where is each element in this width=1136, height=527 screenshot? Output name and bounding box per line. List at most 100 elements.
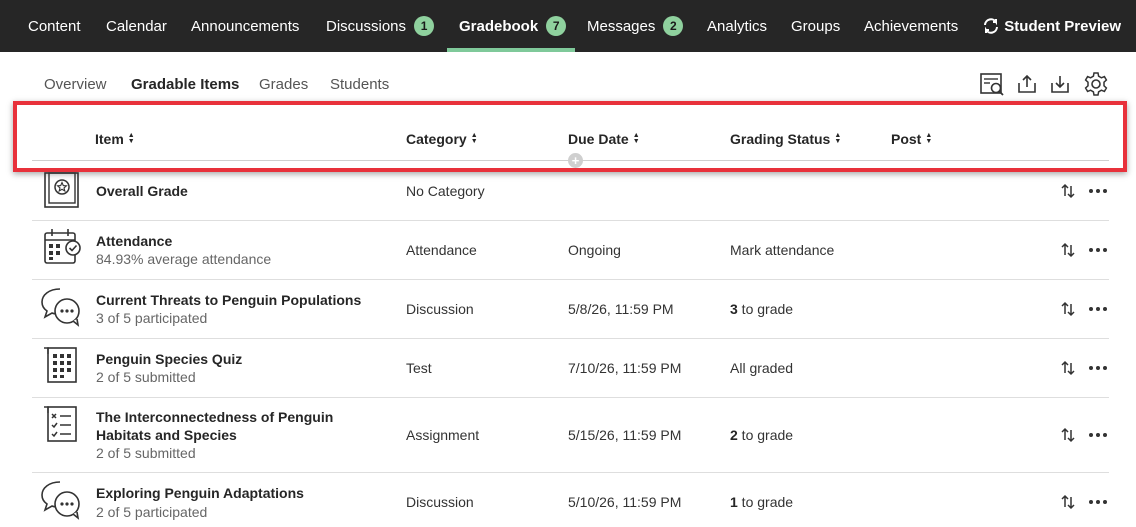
upload-icon[interactable] [1014, 71, 1040, 97]
reorder-arrows-icon [1061, 427, 1075, 443]
grading-status-cell[interactable]: 3 to grade [730, 301, 793, 317]
overall-grade-icon [44, 172, 79, 208]
grading-status-text: to grade [737, 301, 794, 317]
more-options-icon [1089, 248, 1107, 252]
item-subtitle: 84.93% average attendance [96, 251, 272, 267]
item-title[interactable]: Attendance [96, 232, 172, 250]
subtab-grades[interactable]: Grades [259, 76, 308, 93]
sort-icon: ▲ ▼ [632, 132, 640, 145]
item-title[interactable]: Exploring Penguin Adaptations [96, 484, 304, 502]
discussion-icon [41, 481, 80, 520]
discussion-icon [41, 288, 80, 327]
grading-status-cell[interactable]: All graded [730, 360, 793, 376]
subtab-overview[interactable]: Overview [44, 76, 107, 93]
top-navigation: Content Calendar Announcements Discussio… [0, 0, 1136, 52]
nav-label: Analytics [707, 17, 768, 35]
column-label: Grading Status [730, 131, 831, 147]
nav-label: Gradebook [459, 17, 539, 35]
row-actions [1061, 427, 1107, 443]
item-subtitle: 3 of 5 participated [96, 310, 208, 326]
reorder-arrows-icon [1061, 360, 1075, 376]
nav-analytics[interactable]: Analytics [707, 0, 767, 52]
download-icon[interactable] [1047, 71, 1073, 97]
column-header-post[interactable]: Post ▲ ▼ [891, 131, 932, 147]
category-cell: Test [406, 360, 432, 376]
sort-icon: ▲ ▼ [127, 132, 135, 145]
nav-label: Discussions [326, 17, 407, 35]
student-preview-label: Student Preview [1004, 17, 1121, 35]
to-grade-count: 3 [730, 301, 738, 317]
due-date-cell: 5/8/26, 11:59 PM [568, 301, 674, 317]
item-subtitle: 2 of 5 participated [96, 504, 208, 520]
test-icon [44, 347, 77, 383]
reorder-arrows-icon [1061, 242, 1075, 258]
column-header-item[interactable]: Item ▲ ▼ [95, 131, 135, 147]
to-grade-count: 2 [730, 427, 738, 443]
add-item-plus-icon[interactable]: + [568, 153, 583, 168]
to-grade-count: 1 [730, 494, 738, 510]
category-cell: Attendance [406, 242, 477, 258]
grading-status-cell[interactable]: 2 to grade [730, 427, 793, 443]
column-label: Post [891, 131, 922, 147]
attendance-calendar-icon [44, 229, 81, 264]
row-divider [32, 220, 1109, 221]
due-date-cell: 5/15/26, 11:59 PM [568, 427, 682, 443]
nav-label: Groups [791, 17, 841, 35]
grading-status-cell[interactable]: 1 to grade [730, 494, 793, 510]
settings-gear-icon[interactable] [1083, 71, 1109, 97]
messages-badge: 2 [663, 16, 684, 36]
grading-status-cell[interactable]: Mark attendance [730, 242, 834, 258]
item-title[interactable]: The Interconnectedness of Penguin Habita… [96, 408, 356, 444]
due-date-cell: Ongoing [568, 242, 621, 258]
nav-discussions[interactable]: Discussions 1 [326, 0, 435, 52]
subtab-students[interactable]: Students [330, 76, 389, 93]
row-actions [1061, 360, 1107, 376]
row-actions [1061, 301, 1107, 317]
more-options-icon [1089, 500, 1107, 504]
row-divider [32, 397, 1109, 398]
sort-icon: ▲ ▼ [925, 132, 933, 145]
nav-label: Content [28, 17, 81, 35]
column-label: Item [95, 131, 124, 147]
gradebook-badge: 7 [546, 16, 567, 36]
more-options-icon [1089, 307, 1107, 311]
item-title[interactable]: Overall Grade [96, 182, 188, 200]
item-subtitle: 2 of 5 submitted [96, 369, 196, 385]
more-options-icon [1089, 366, 1107, 370]
nav-label: Messages [587, 17, 656, 35]
nav-content[interactable]: Content [28, 0, 81, 52]
row-divider [32, 338, 1109, 339]
sort-icon: ▲ ▼ [834, 132, 842, 145]
column-label: Due Date [568, 131, 629, 147]
assignment-icon [44, 406, 77, 442]
grade-search-icon[interactable] [979, 71, 1005, 97]
category-cell: No Category [406, 183, 485, 199]
column-header-due-date[interactable]: Due Date ▲ ▼ [568, 131, 640, 147]
nav-label: Calendar [106, 17, 167, 35]
reorder-arrows-icon [1061, 494, 1075, 510]
item-title[interactable]: Penguin Species Quiz [96, 350, 242, 368]
subtab-gradable-items[interactable]: Gradable Items [131, 76, 239, 93]
column-header-grading-status[interactable]: Grading Status ▲ ▼ [730, 131, 841, 147]
column-label: Category [406, 131, 467, 147]
column-header-category[interactable]: Category ▲ ▼ [406, 131, 478, 147]
sort-icon: ▲ ▼ [470, 132, 478, 145]
grading-status-text: to grade [737, 494, 794, 510]
discussions-badge: 1 [414, 16, 435, 36]
nav-gradebook[interactable]: Gradebook 7 [459, 0, 567, 52]
nav-achievements[interactable]: Achievements [864, 0, 958, 52]
more-options-icon [1089, 189, 1107, 193]
reorder-arrows-icon [1061, 301, 1075, 317]
nav-messages[interactable]: Messages 2 [587, 0, 684, 52]
grading-status-text: to grade [737, 427, 794, 443]
nav-groups[interactable]: Groups [791, 0, 840, 52]
nav-announcements[interactable]: Announcements [191, 0, 299, 52]
nav-calendar[interactable]: Calendar [106, 0, 167, 52]
row-divider [32, 472, 1109, 473]
student-preview-button[interactable]: Student Preview [982, 0, 1121, 52]
reorder-arrows-icon [1061, 183, 1075, 199]
item-title[interactable]: Current Threats to Penguin Populations [96, 291, 361, 309]
due-date-cell: 5/10/26, 11:59 PM [568, 494, 682, 510]
category-cell: Discussion [406, 494, 474, 510]
nav-label: Announcements [191, 17, 300, 35]
